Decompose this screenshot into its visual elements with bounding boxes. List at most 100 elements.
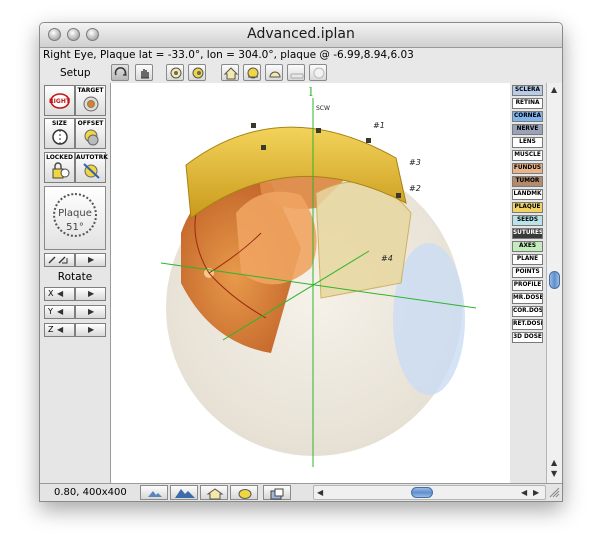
title-bar: Advanced.iplan: [40, 23, 562, 48]
rotate-view-icon: [114, 67, 127, 76]
layer-toggle-plaque[interactable]: PLAQUE: [512, 202, 543, 213]
play-icon: ▶: [88, 255, 95, 264]
left-arrow-icon: ◀: [57, 289, 64, 298]
target-button[interactable]: TARGET: [75, 85, 106, 116]
offset-icon: [84, 129, 99, 146]
dial-value: 51°: [66, 222, 84, 233]
offset-button[interactable]: OFFSET: [75, 118, 106, 149]
vertical-scrollbar[interactable]: ▲ ▲ ▼: [546, 83, 562, 483]
zoom-status: 0.80, 400x400: [54, 487, 127, 498]
layer-toggle-landmk[interactable]: LANDMK: [512, 189, 543, 200]
toolbar: Setup: [40, 63, 562, 83]
layer-toggle-muscle[interactable]: MUSCLE: [512, 150, 543, 161]
layer-toggle-profile[interactable]: PROFILE: [512, 280, 543, 291]
empty-plate-icon: [313, 67, 325, 79]
side-view-button[interactable]: [243, 64, 261, 81]
grab-icon: [141, 69, 149, 79]
window-title: Advanced.iplan: [247, 26, 355, 42]
view-right-button[interactable]: [188, 64, 206, 81]
scroll-down-icon[interactable]: ▼: [551, 469, 557, 478]
locked-label: LOCKED: [46, 154, 73, 161]
empty-plate-button[interactable]: [309, 64, 327, 81]
rotate-z-minus-button[interactable]: Z ◀: [44, 323, 75, 337]
status-bar: 0.80, 400x400 ◀ ◀ ▶: [40, 483, 562, 501]
rotate-y-plus-button[interactable]: ▶: [75, 305, 106, 319]
autotrack-button[interactable]: AUTOTRK: [75, 152, 108, 183]
step-forward-button[interactable]: ▶: [75, 253, 106, 267]
layer-toggle-seeds[interactable]: SEEDS: [512, 215, 543, 226]
home-button[interactable]: [200, 485, 228, 500]
layer-toggle-nerve[interactable]: NERVE: [512, 124, 543, 135]
target-label: TARGET: [77, 87, 104, 94]
rotate-x-plus-button[interactable]: ▶: [75, 287, 106, 301]
right-eye-label: RIGHT: [49, 98, 70, 105]
layer-toggle-mr-dose[interactable]: MR.DOSE: [512, 293, 543, 304]
layer-toggle-sutures[interactable]: SUTURES: [512, 228, 543, 239]
vertical-scroll-thumb[interactable]: [549, 271, 560, 289]
locked-button[interactable]: LOCKED: [44, 152, 75, 183]
mountain-large-icon: [175, 489, 195, 498]
layer-toggle-retina[interactable]: RETINA: [512, 98, 543, 109]
suture-label-4: #4: [381, 254, 393, 263]
scroll-left-icon[interactable]: ◀: [317, 488, 323, 497]
layer-toggle-panel: SCLERA RETINA CORNEA NERVE LENS MUSCLE FUNDUS T…: [510, 83, 546, 483]
scroll-left-icon[interactable]: ◀: [521, 488, 527, 497]
axis-z-label: Z: [48, 325, 54, 334]
size-label: SIZE: [51, 120, 67, 127]
layer-toggle-3d-dose[interactable]: 3D DOSE: [512, 332, 543, 343]
right-arrow-icon: ▶: [88, 289, 95, 298]
zoom-in-button[interactable]: [170, 485, 198, 500]
eye-view-left-icon: [170, 67, 182, 79]
house-view-button[interactable]: [221, 64, 239, 81]
layer-toggle-tumor[interactable]: TUMOR: [512, 176, 543, 187]
size-button[interactable]: SIZE: [44, 118, 75, 149]
scroll-up-icon[interactable]: ▲: [551, 458, 557, 467]
plaque-info-line: Right Eye, Plaque lat = -33.0°, lon = 30…: [43, 49, 414, 61]
rotate-z-plus-button[interactable]: ▶: [75, 323, 106, 337]
layer-toggle-ret-dose[interactable]: RET.DOSE: [512, 319, 543, 330]
layer-toggle-sclera[interactable]: SCLERA: [512, 85, 543, 96]
layer-toggle-points[interactable]: POINTS: [512, 267, 543, 278]
view-left-button[interactable]: [166, 64, 184, 81]
layer-toggle-fundus[interactable]: FUNDUS: [512, 163, 543, 174]
target-icon: [83, 96, 99, 112]
camera-button[interactable]: [263, 485, 291, 500]
plaque-rotation-dial[interactable]: Plaque 51°: [44, 186, 106, 250]
flip-button[interactable]: [44, 253, 75, 267]
rotate-y-minus-button[interactable]: Y ◀: [44, 305, 75, 319]
layer-toggle-axes[interactable]: AXES: [512, 241, 543, 252]
autotrack-label: AUTOTRK: [76, 154, 108, 161]
left-arrow-icon: ◀: [57, 325, 64, 334]
rotate-x-minus-button[interactable]: X ◀: [44, 287, 75, 301]
suture-label-3: #3: [409, 158, 421, 167]
home-icon: [206, 488, 224, 500]
scroll-right-icon[interactable]: ▶: [533, 488, 539, 497]
top-view-button[interactable]: [265, 64, 283, 81]
top-view-icon: [269, 71, 281, 78]
axis-y-label: Y: [48, 307, 53, 316]
plate-icon: [290, 73, 304, 79]
resize-grip-icon[interactable]: [548, 486, 560, 498]
rotate-view-button[interactable]: [111, 64, 129, 81]
eye-3d-viewport[interactable]: SCW #1 #2 #3 #4 l: [110, 83, 511, 483]
scroll-up-icon[interactable]: ▲: [551, 85, 557, 94]
right-eye-button[interactable]: RIGHT: [44, 85, 75, 116]
plaque-shell: [315, 181, 412, 299]
plate-button[interactable]: [287, 64, 305, 81]
layer-toggle-cor-dose[interactable]: COR.DOSE: [512, 306, 543, 317]
axis-label: l: [309, 85, 313, 99]
horizontal-scroll-thumb[interactable]: [411, 487, 433, 498]
horizontal-scrollbar[interactable]: ◀ ◀ ▶: [313, 485, 546, 500]
left-panel: RIGHT TARGET SIZE OFFSET LOCKED AUTOTRK …: [40, 83, 110, 483]
zoom-out-button[interactable]: [140, 485, 168, 500]
eye-view-right-icon: [192, 67, 204, 79]
dial-name: Plaque: [58, 208, 92, 219]
autotrack-icon: [83, 163, 100, 179]
layer-toggle-lens[interactable]: LENS: [512, 137, 543, 148]
layer-toggle-cornea[interactable]: CORNEA: [512, 111, 543, 122]
grab-button[interactable]: [135, 64, 153, 81]
house-view-icon: [223, 67, 239, 80]
right-arrow-icon: ▶: [88, 325, 95, 334]
eye-button[interactable]: [230, 485, 258, 500]
layer-toggle-plane[interactable]: PLANE: [512, 254, 543, 265]
